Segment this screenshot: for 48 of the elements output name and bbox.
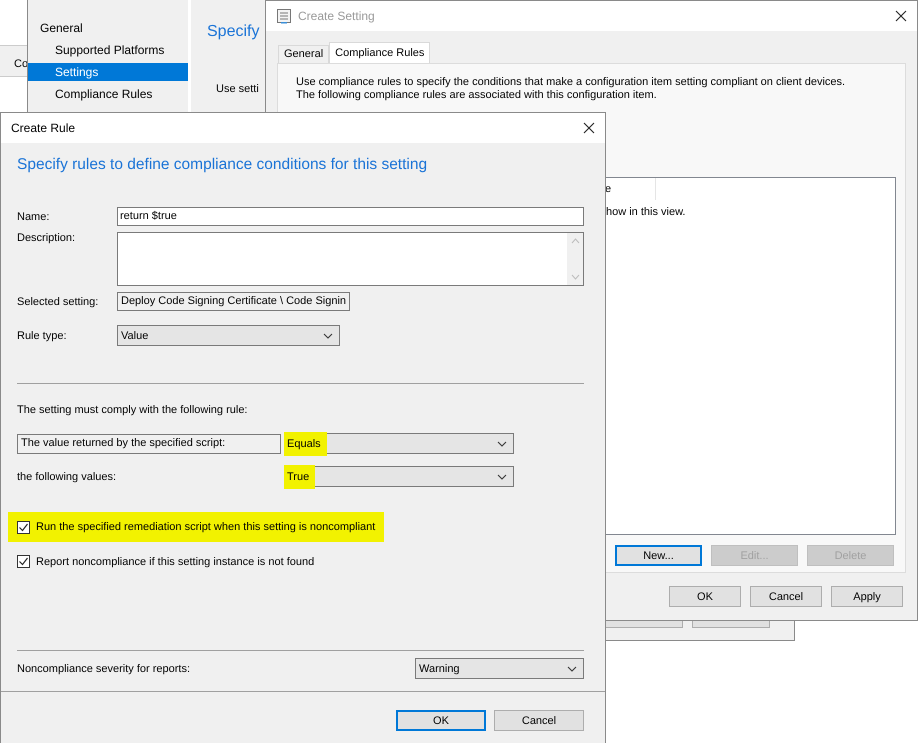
chevron-down-icon [497,474,507,480]
empty-list-text: how in this view. [606,206,686,218]
rule-source-field: The value returned by the specified script: [17,434,281,454]
dialog-button[interactable]: OK [396,710,486,731]
chevron-down-icon [567,666,577,672]
selected-setting-field: Deploy Code Signing Certificate \ Code Signin [117,292,350,311]
checkbox[interactable] [17,555,30,568]
nav-item[interactable]: Supported Platforms [28,39,188,61]
checkbox-label: Run the specified remediation script when this setting is noncompliant [36,521,376,533]
combo-value: True [284,464,316,488]
combo-value: Warning [419,662,460,674]
operator-dropdown[interactable]: Equals [286,433,514,454]
target-dropdown[interactable]: True [286,466,514,487]
chevron-down-icon [497,440,507,446]
dialog-heading: Specify rules to define compliance conditions for this setting [17,155,428,175]
field-label: the following values: [17,470,118,482]
rule-type-dropdown[interactable]: Value [117,325,340,346]
nav-item[interactable]: Settings [28,63,188,81]
window-title: Create Rule [11,121,76,135]
combo-value: Value [121,330,148,342]
combo-value: Equals [284,432,327,456]
field-label: Rule type: [17,330,68,342]
dialog-button[interactable]: Cancel [494,710,584,731]
wizard-intro-text: Use setti [216,83,259,95]
window-title: Create Setting [298,9,376,23]
field-label: Noncompliance severity for reports: [17,662,190,674]
close-icon[interactable] [583,122,595,134]
wizard-heading: Specify [207,23,260,41]
nav-item[interactable]: Compliance Rules [28,83,188,105]
list-button[interactable]: New... [615,545,702,566]
checkbox-label: Report noncompliance if this setting instance is not found [36,556,314,568]
field-label: Name: [17,210,50,222]
tab[interactable]: Compliance Rules [329,42,430,63]
dialog-button[interactable]: Cancel [750,586,822,607]
tab[interactable]: General [278,45,330,63]
dialog-button[interactable]: Apply [831,586,903,607]
close-icon[interactable] [895,10,907,22]
dialog-button[interactable]: OK [669,586,741,607]
rule-intro-text: The setting must comply with the following rule: [17,404,248,416]
field-label: Selected setting: [17,296,100,308]
nav-item[interactable]: General [28,17,188,39]
checkbox[interactable] [17,520,30,534]
window-icon [276,8,292,24]
name-field[interactable]: return $true [117,207,584,226]
chevron-down-icon [323,332,333,338]
severity-dropdown[interactable]: Warning [415,658,584,679]
field-label: Description: [17,232,76,244]
description-text: Use compliance rules to specify the conditions that make a configuration item setting compliant on client devices. The following compliance rules are associated with this configuration item. [296,76,846,102]
